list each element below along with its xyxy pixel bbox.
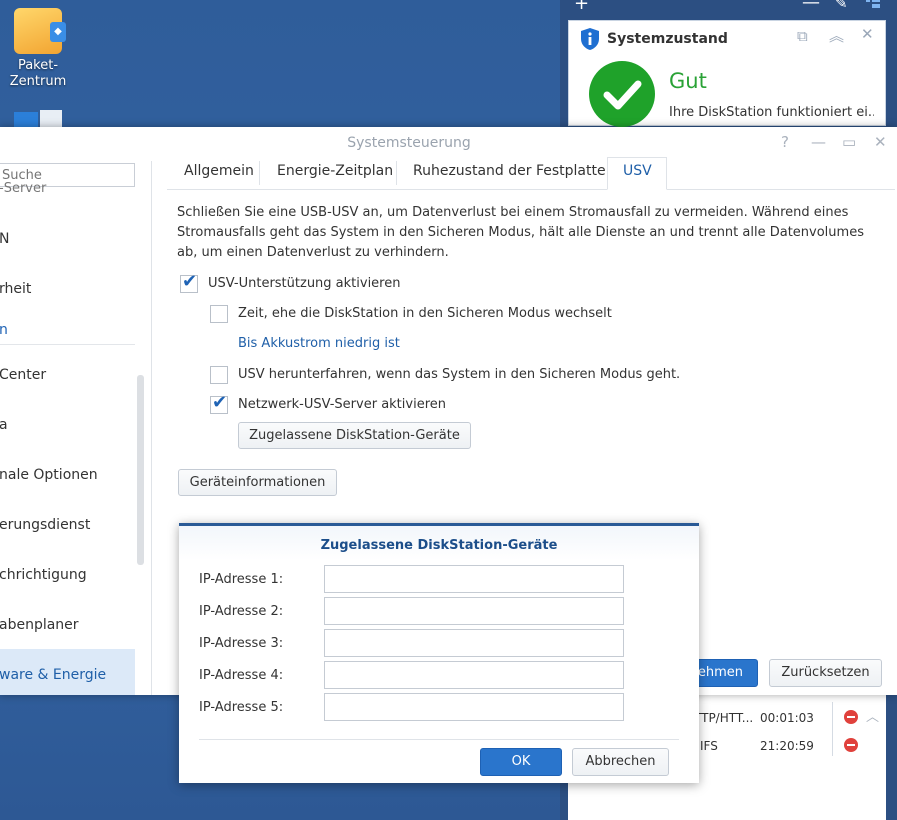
ip-address-1-input[interactable] <box>324 565 624 593</box>
reset-button[interactable]: Zurücksetzen <box>769 659 882 687</box>
connection-time: 21:20:59 <box>760 739 814 753</box>
ip-address-label: IP-Adresse 1: <box>199 572 284 587</box>
desktop-app-icon[interactable] <box>14 108 62 128</box>
ip-address-4-input[interactable] <box>324 661 624 689</box>
connection-name: TTP/HTT... <box>694 711 754 725</box>
ip-address-label: IP-Adresse 5: <box>199 700 284 715</box>
widget-title: Systemzustand <box>607 31 728 47</box>
disconnect-icon[interactable] <box>844 710 858 724</box>
cancel-button[interactable]: Abbrechen <box>572 748 669 776</box>
system-health-widget: Systemzustand ⧉ ︽ ✕ Gut Ihre DiskStation… <box>568 20 886 127</box>
dialog-divider <box>199 739 679 740</box>
connection-name: IFS <box>700 739 718 753</box>
package-tag-icon: ◆ <box>50 22 66 42</box>
sidebar-scrollbar[interactable] <box>137 375 144 565</box>
sidebar-item-label: ware & Energie <box>0 667 107 683</box>
widgets-icon[interactable] <box>866 0 880 8</box>
status-description: Ihre DiskStation funktioniert ei... <box>669 105 874 120</box>
ups-shutdown-label[interactable]: USV herunterfahren, wenn das System in d… <box>238 367 680 382</box>
help-icon[interactable]: ? <box>781 133 789 151</box>
status-check-icon <box>589 61 655 127</box>
ip-address-3-input[interactable] <box>324 629 624 657</box>
dialog-title: Zugelassene DiskStation-Geräte <box>320 538 558 553</box>
sidebar-item[interactable]: erungsdienst <box>0 517 90 533</box>
sidebar-item[interactable]: nale Optionen <box>0 467 98 483</box>
tab-ruhezustand[interactable]: Ruhezustand der Festplatte <box>413 163 606 179</box>
connection-time: 00:01:03 <box>760 711 814 725</box>
sidebar-item[interactable]: N <box>0 231 9 247</box>
time-before-safe-mode-label[interactable]: Zeit, ehe die DiskStation in den Sichere… <box>238 306 612 321</box>
ip-address-label: IP-Adresse 2: <box>199 604 284 619</box>
sidebar-item[interactable]: -Server <box>0 181 46 196</box>
ok-button[interactable]: OK <box>480 748 562 776</box>
tab-usv[interactable]: USV <box>623 163 652 179</box>
low-battery-link[interactable]: Bis Akkustrom niedrig ist <box>238 336 400 351</box>
info-shield-icon <box>581 28 599 50</box>
window-title: Systemsteuerung <box>347 135 471 151</box>
package-center-label[interactable]: Paket- Zentrum <box>0 58 76 90</box>
sidebar-section-header: n <box>0 322 8 338</box>
ups-shutdown-checkbox[interactable] <box>210 366 228 384</box>
sidebar-divider <box>0 344 135 345</box>
connection-divider <box>832 702 833 756</box>
tab-allgemein[interactable]: Allgemein <box>184 163 254 179</box>
sidebar: -Server N rheit n Center a nale Optionen… <box>0 161 152 695</box>
tab-energie-zeitplan[interactable]: Energie-Zeitplan <box>277 163 393 179</box>
ip-address-label: IP-Adresse 4: <box>199 668 284 683</box>
disconnect-icon[interactable] <box>844 738 858 752</box>
sidebar-item[interactable]: Center <box>0 367 46 383</box>
status-value: Gut <box>669 69 707 93</box>
window-maximize-icon[interactable]: ▭ <box>842 133 856 151</box>
sidebar-item[interactable]: abenplaner <box>0 617 79 633</box>
widget-close-icon[interactable]: ✕ <box>861 25 874 43</box>
sidebar-item-selected[interactable]: ware & Energie <box>0 649 135 695</box>
ip-address-5-input[interactable] <box>324 693 624 721</box>
sidebar-item[interactable]: chrichtigung <box>0 567 87 583</box>
allowed-devices-button[interactable]: Zugelassene DiskStation-Geräte <box>238 422 471 449</box>
widget-popout-icon[interactable]: ⧉ <box>797 27 808 45</box>
tab-underline <box>167 189 895 190</box>
ip-address-label: IP-Adresse 3: <box>199 636 284 651</box>
tab-separator <box>396 161 397 185</box>
device-info-button[interactable]: Geräteinformationen <box>178 469 337 496</box>
window-close-icon[interactable]: ✕ <box>874 133 887 151</box>
pin-icon[interactable]: ✎ <box>835 0 848 12</box>
network-ups-label[interactable]: Netzwerk-USV-Server aktivieren <box>238 397 446 412</box>
time-before-safe-mode-checkbox[interactable] <box>210 305 228 323</box>
minimize-widgets-icon[interactable]: — <box>802 0 820 13</box>
ups-enable-checkbox[interactable] <box>180 271 198 293</box>
chevron-up-icon[interactable]: ︿ <box>866 706 879 725</box>
allowed-devices-dialog: Zugelassene DiskStation-Geräte IP-Adress… <box>179 523 699 783</box>
network-ups-checkbox[interactable] <box>210 392 228 414</box>
package-center-icon[interactable]: ◆ <box>14 8 66 54</box>
tab-separator <box>259 161 260 185</box>
ups-description: Schließen Sie eine USB-USV an, um Datenv… <box>177 205 864 260</box>
add-icon[interactable]: + <box>574 0 589 14</box>
widget-collapse-icon[interactable]: ︽ <box>829 25 844 46</box>
sidebar-item[interactable]: a <box>0 417 8 433</box>
ups-enable-label[interactable]: USV-Unterstützung aktivieren <box>208 276 400 291</box>
ip-address-2-input[interactable] <box>324 597 624 625</box>
window-minimize-icon[interactable]: — <box>811 133 826 151</box>
sidebar-item[interactable]: rheit <box>0 281 31 297</box>
